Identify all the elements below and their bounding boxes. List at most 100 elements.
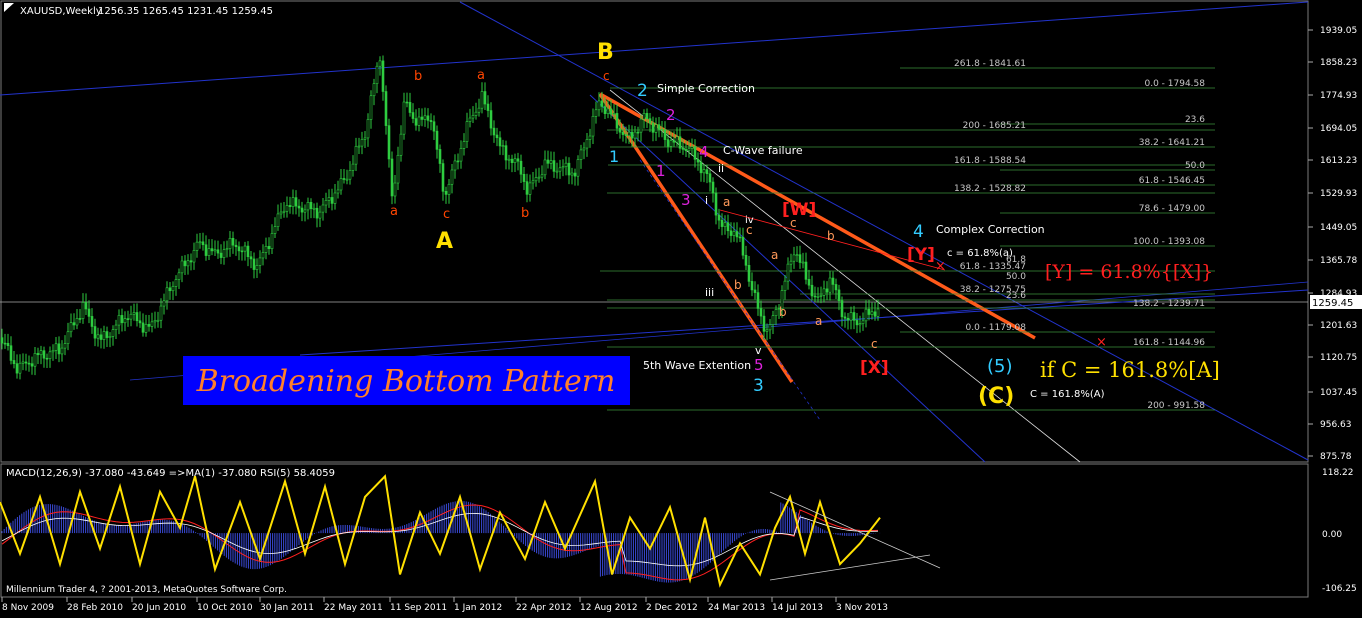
candle-body — [198, 241, 202, 244]
candle-body — [156, 319, 160, 322]
candle-body — [564, 162, 568, 167]
fib-level-label: 100.0 - 1393.08 — [1133, 237, 1205, 247]
candle-body — [663, 129, 667, 140]
candle-body — [261, 252, 265, 259]
candle-body — [603, 106, 607, 114]
candle-body — [378, 60, 382, 67]
candle-body — [735, 231, 739, 238]
sub-b-1: b — [734, 278, 742, 292]
candle-body — [843, 316, 847, 319]
x-tick-label: 1 Jan 2012 — [454, 603, 502, 613]
minor-a-2: a — [390, 204, 398, 219]
candle-body — [576, 159, 580, 177]
candle-body — [720, 219, 724, 227]
candle-body — [687, 148, 691, 152]
candle-body — [510, 158, 514, 163]
x-tick-label: 22 May 2011 — [324, 603, 383, 613]
candle-body — [714, 192, 718, 216]
candle-body — [357, 145, 361, 148]
ind-tick-label: 118.22 — [1322, 468, 1354, 478]
fib-level-label: 78.6 - 1479.00 — [1139, 204, 1205, 214]
cwave-failure-label: C-Wave failure — [723, 144, 803, 157]
candle-body — [705, 169, 709, 175]
candle-body — [543, 159, 547, 176]
x-tick-label: 24 Mar 2013 — [708, 603, 765, 613]
sub-a-1: a — [723, 195, 730, 209]
candle-body — [684, 149, 688, 152]
candle-body — [183, 260, 187, 267]
sub-c-2: c — [790, 216, 797, 230]
candle-body — [681, 147, 685, 150]
candle-body — [303, 209, 307, 213]
candle-body — [753, 289, 757, 293]
candle-body — [807, 279, 811, 286]
candle-body — [507, 158, 511, 161]
y-tick-label: 875.78 — [1320, 452, 1352, 462]
candle-body — [444, 191, 448, 195]
candle-body — [111, 329, 115, 337]
ind-tick-label: -106.25 — [1322, 584, 1357, 594]
candle-body — [90, 316, 94, 327]
candle-body — [333, 192, 337, 204]
candle-body — [6, 343, 10, 347]
candle-body — [27, 362, 31, 365]
candle-body — [654, 124, 658, 133]
candle-body — [642, 113, 646, 120]
candle-body — [417, 116, 421, 126]
candle-body — [612, 113, 616, 115]
candle-body — [876, 308, 880, 317]
candle-body — [582, 147, 586, 151]
candle-body — [708, 173, 712, 183]
candle-body — [645, 113, 649, 119]
candle-body — [861, 320, 865, 324]
candle-body — [189, 260, 193, 263]
x-mark-1: × — [935, 259, 946, 274]
candle-body — [393, 182, 397, 197]
simple-num: 2 — [637, 81, 648, 101]
candle-body — [360, 139, 364, 147]
fib-level-label: 50.0 — [1185, 161, 1205, 171]
candle-body — [228, 237, 232, 249]
candle-body — [516, 158, 520, 162]
candle-body — [828, 277, 832, 293]
candle-body — [741, 236, 745, 256]
candle-body — [723, 222, 727, 227]
candle-body — [330, 197, 334, 204]
candle-body — [528, 182, 532, 195]
candle-body — [372, 83, 376, 97]
y-tick-label: 956.63 — [1320, 420, 1352, 430]
wave-3-cyan: 3 — [753, 376, 764, 396]
fib-level-label: 0.0 - 1794.58 — [1145, 79, 1206, 89]
candle-body — [690, 146, 694, 149]
candle-body — [498, 137, 502, 147]
candle-body — [462, 141, 466, 149]
candle-body — [846, 317, 850, 321]
candle-body — [489, 110, 493, 129]
candle-body — [477, 107, 481, 113]
candle-body — [375, 65, 379, 84]
candle-body — [711, 181, 715, 194]
candle-body — [129, 313, 133, 320]
y-label: [Y] — [907, 245, 935, 265]
wave-5-label: (5) — [987, 356, 1013, 377]
y-tick-label: 1120.75 — [1320, 353, 1357, 363]
candle-body — [495, 134, 499, 139]
complex-correction-label: Complex Correction — [936, 223, 1045, 236]
wave-b-label: B — [597, 40, 614, 65]
candle-body — [567, 162, 571, 176]
candle-body — [63, 343, 67, 349]
candle-body — [504, 145, 508, 161]
candle-body — [813, 295, 817, 298]
fib-level-label: 200 - 1685.21 — [963, 121, 1026, 131]
candle-body — [483, 91, 487, 105]
sub-c-3: c — [871, 337, 878, 351]
candle-body — [225, 248, 229, 251]
fib-level-label: 200 - 991.58 — [1147, 401, 1205, 411]
y-axis-main: 1939.05 1858.23 1774.93 1694.05 1613.23 1529.… — [1308, 26, 1357, 462]
candle-body — [522, 173, 526, 182]
candle-body — [678, 136, 682, 149]
candle-body — [252, 258, 256, 270]
x-axis: 8 Nov 2009 28 Feb 2010 20 Jun 2010 10 Oct 2… — [1, 597, 888, 613]
candle-body — [765, 329, 769, 332]
y-tick-label: 1939.05 — [1320, 26, 1357, 36]
